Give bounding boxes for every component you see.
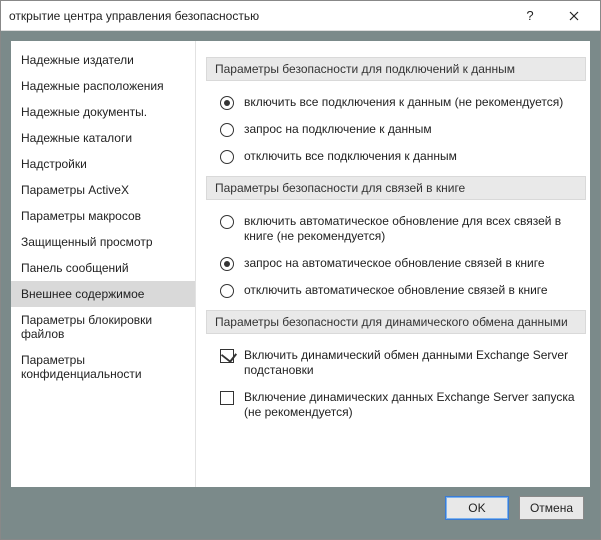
sidebar-item-label: Панель сообщений (21, 261, 129, 275)
group-header-workbook-links: Параметры безопасности для связей в книг… (206, 176, 586, 200)
client-area: Надежные издатели Надежные расположения … (1, 31, 600, 539)
button-label: OK (468, 501, 485, 515)
option-label: Включить динамический обмен данными Exch… (244, 348, 578, 378)
category-sidebar: Надежные издатели Надежные расположения … (11, 41, 196, 487)
sidebar-item-label: Надежные документы. (21, 105, 147, 119)
radio-icon (220, 284, 234, 298)
ok-button[interactable]: OK (445, 496, 509, 520)
sidebar-item-label: Надстройки (21, 157, 87, 171)
radio-disable-connections[interactable]: отключить все подключения к данным (196, 143, 586, 170)
button-label: Отмена (530, 501, 573, 515)
sidebar-item-message-bar[interactable]: Панель сообщений (11, 255, 195, 281)
help-button[interactable]: ? (508, 2, 552, 30)
radio-disable-links[interactable]: отключить автоматическое обновление связ… (196, 277, 586, 304)
window-title: открытие центра управления безопасностью (9, 9, 508, 23)
option-label: отключить все подключения к данным (244, 149, 457, 164)
sidebar-item-label: Надежные расположения (21, 79, 164, 93)
checkbox-icon (220, 391, 234, 405)
sidebar-item-activex[interactable]: Параметры ActiveX (11, 177, 195, 203)
group-header-data-connections: Параметры безопасности для подключений к… (206, 57, 586, 81)
sidebar-item-trusted-documents[interactable]: Надежные документы. (11, 99, 195, 125)
radio-enable-all-links[interactable]: включить автоматическое обновление для в… (196, 208, 586, 250)
radio-icon (220, 215, 234, 229)
sidebar-item-trusted-locations[interactable]: Надежные расположения (11, 73, 195, 99)
radio-icon (220, 150, 234, 164)
sidebar-item-addins[interactable]: Надстройки (11, 151, 195, 177)
cancel-button[interactable]: Отмена (519, 496, 584, 520)
check-dde-launch[interactable]: Включение динамических данных Exchange S… (196, 384, 586, 426)
sidebar-item-label: Параметры блокировки файлов (21, 313, 152, 341)
option-label: Включение динамических данных Exchange S… (244, 390, 578, 420)
option-label: отключить автоматическое обновление связ… (244, 283, 548, 298)
close-icon (569, 11, 579, 21)
inner-panel: Надежные издатели Надежные расположения … (11, 41, 590, 487)
option-label: включить автоматическое обновление для в… (244, 214, 578, 244)
close-button[interactable] (552, 2, 596, 30)
sidebar-item-label: Параметры конфиденциальности (21, 353, 142, 381)
radio-icon (220, 96, 234, 110)
radio-icon (220, 257, 234, 271)
check-dde-lookup[interactable]: Включить динамический обмен данными Exch… (196, 342, 586, 384)
sidebar-item-protected-view[interactable]: Защищенный просмотр (11, 229, 195, 255)
sidebar-item-label: Защищенный просмотр (21, 235, 153, 249)
sidebar-item-privacy[interactable]: Параметры конфиденциальности (11, 347, 195, 387)
dialog-window: открытие центра управления безопасностью… (0, 0, 601, 540)
sidebar-item-trusted-publishers[interactable]: Надежные издатели (11, 47, 195, 73)
option-label: включить все подключения к данным (не ре… (244, 95, 563, 110)
radio-prompt-links[interactable]: запрос на автоматическое обновление связ… (196, 250, 586, 277)
radio-icon (220, 123, 234, 137)
checkbox-icon (220, 349, 234, 363)
dialog-footer: OK Отмена (11, 487, 590, 529)
sidebar-item-external-content[interactable]: Внешнее содержимое (11, 281, 195, 307)
sidebar-item-label: Внешнее содержимое (21, 287, 144, 301)
sidebar-item-trusted-catalogs[interactable]: Надежные каталоги (11, 125, 195, 151)
option-label: запрос на подключение к данным (244, 122, 432, 137)
sidebar-item-label: Параметры ActiveX (21, 183, 129, 197)
titlebar: открытие центра управления безопасностью… (1, 1, 600, 31)
group-header-dde: Параметры безопасности для динамического… (206, 310, 586, 334)
sidebar-item-label: Надежные каталоги (21, 131, 132, 145)
radio-prompt-connections[interactable]: запрос на подключение к данным (196, 116, 586, 143)
sidebar-item-label: Надежные издатели (21, 53, 134, 67)
option-label: запрос на автоматическое обновление связ… (244, 256, 545, 271)
sidebar-item-label: Параметры макросов (21, 209, 141, 223)
sidebar-item-file-block[interactable]: Параметры блокировки файлов (11, 307, 195, 347)
radio-enable-all-connections[interactable]: включить все подключения к данным (не ре… (196, 89, 586, 116)
sidebar-item-macros[interactable]: Параметры макросов (11, 203, 195, 229)
settings-content: Параметры безопасности для подключений к… (196, 41, 590, 487)
